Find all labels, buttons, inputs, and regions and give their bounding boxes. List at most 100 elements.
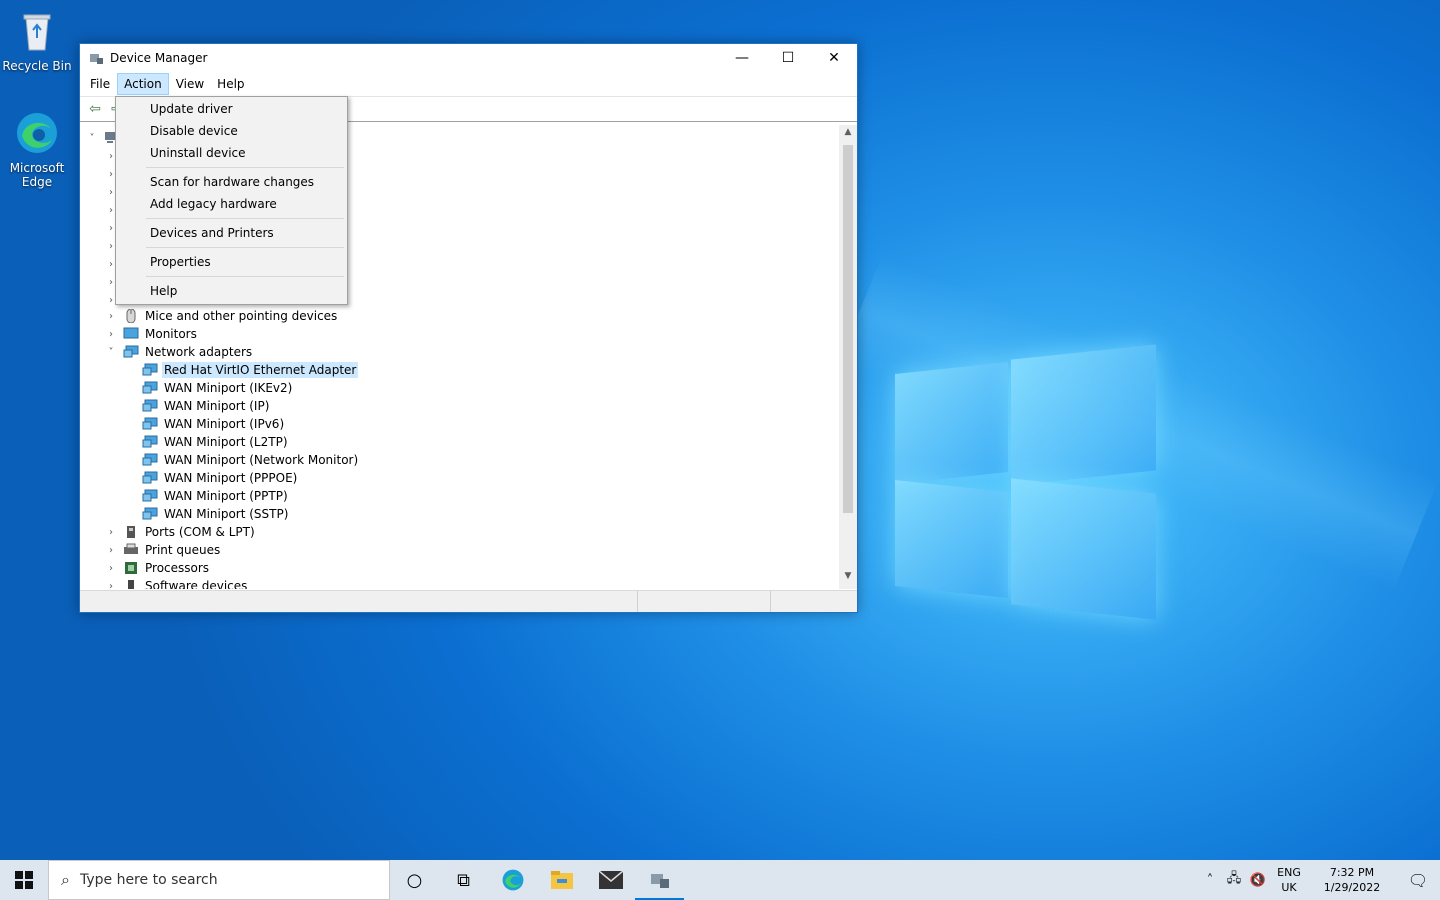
cortana-circle-icon: ○ [406,869,423,891]
menu-item-devices-and-printers[interactable]: Devices and Printers [150,222,274,244]
chevron-down-icon[interactable]: ˅ [105,347,117,358]
clock-time: 7:32 PM [1329,866,1375,879]
tree-row-network-adapters[interactable]: ˅ Network adapters [105,343,254,361]
tree-row-adapter[interactable]: WAN Miniport (L2TP) [136,433,290,451]
scroll-down-arrow-icon[interactable]: ▼ [839,571,857,587]
network-adapter-icon [142,507,158,520]
network-adapter-icon [142,489,158,502]
chevron-right-icon[interactable]: › [105,545,117,556]
menu-item-add-legacy-hardware[interactable]: Add legacy hardware [150,193,277,215]
tree-row-ports[interactable]: › Ports (COM & LPT) [105,523,257,541]
tree-row-adapter[interactable]: WAN Miniport (PPPOE) [136,469,299,487]
monitor-icon [123,327,139,339]
tree-label: WAN Miniport (SSTP) [164,507,289,521]
desktop-icon-recycle-bin[interactable]: Recycle Bin [0,8,74,73]
maximize-button[interactable]: ☐ [765,44,811,72]
chevron-right-icon[interactable]: › [105,527,117,538]
mouse-icon [126,309,136,323]
network-icon[interactable]: 🖧 [1222,869,1246,891]
tree-label: WAN Miniport (IP) [164,399,270,413]
folder-icon [550,871,573,889]
tree-label: Mice and other pointing devices [145,309,338,323]
task-view-button[interactable]: ⧉ [439,860,488,900]
chevron-right-icon[interactable]: › [105,329,117,340]
system-tray: ˄ 🖧 🔇 ENG UK 7:32 PM 1/29/2022 🗨 [1198,860,1440,900]
taskbar-file-explorer[interactable] [537,860,586,900]
scrollbar-thumb[interactable] [843,145,853,513]
taskbar-edge[interactable] [488,860,537,900]
taskbar-mail[interactable] [586,860,635,900]
network-adapter-icon [142,471,158,484]
menu-action[interactable]: Action [117,73,169,95]
tree-row-mice[interactable]: › Mice and other pointing devices [105,307,339,325]
chevron-down-icon[interactable]: ˅ [86,133,98,144]
tree-label: WAN Miniport (PPTP) [164,489,288,503]
search-icon: ⌕ [61,870,70,889]
menu-item-uninstall-device[interactable]: Uninstall device [150,142,246,164]
network-adapter-icon [142,381,158,394]
action-menu-dropdown: Update driver Disable device Uninstall d… [115,96,348,305]
tree-label: WAN Miniport (IKEv2) [164,381,293,395]
menu-item-scan-hardware[interactable]: Scan for hardware changes [150,171,314,193]
network-adapter-icon [142,453,158,466]
menu-help[interactable]: Help [211,74,250,94]
taskbar-search-box[interactable]: ⌕ Type here to search [48,860,390,900]
lang-region: UK [1281,881,1297,894]
menu-item-help[interactable]: Help [150,280,177,302]
menu-item-disable-device[interactable]: Disable device [150,120,238,142]
tree-row-adapter[interactable]: WAN Miniport (IP) [136,397,271,415]
tree-row-software-devices[interactable]: › Software devices [105,577,249,589]
menu-item-update-driver[interactable]: Update driver [150,98,233,120]
device-manager-icon [650,874,669,888]
tree-row-adapter[interactable]: WAN Miniport (Network Monitor) [136,451,360,469]
windows-logo-wallpaper [893,344,1158,620]
tree-label: WAN Miniport (PPPOE) [164,471,298,485]
cortana-button[interactable]: ○ [390,860,439,900]
tree-row-adapter[interactable]: WAN Miniport (IKEv2) [136,379,294,397]
recycle-bin-icon [23,14,51,51]
tree-label: Print queues [145,543,221,557]
back-arrow-icon[interactable]: ⇦ [84,98,106,120]
chevron-right-icon[interactable]: › [105,311,117,322]
volume-muted-icon[interactable]: 🔇 [1246,873,1270,888]
notification-icon[interactable]: 🗨 [1396,871,1440,890]
tree-label: WAN Miniport (IPv6) [164,417,285,431]
tree-row-print-queues[interactable]: › Print queues [105,541,222,559]
tree-row-adapter[interactable]: WAN Miniport (PPTP) [136,487,290,505]
chevron-right-icon[interactable]: › [105,563,117,574]
tree-row-adapter-selected[interactable]: Red Hat VirtIO Ethernet Adapter [136,361,359,379]
menu-bar: File Action View Help [80,72,857,96]
edge-label: Microsoft Edge [9,161,65,189]
chevron-right-icon[interactable]: › [105,581,117,590]
network-adapter-icon [142,363,158,376]
status-segment [80,591,638,612]
taskbar: ⌕ Type here to search ○ ⧉ ˄ 🖧 🔇 ENG UK 7… [0,860,1440,900]
mail-icon [598,871,623,889]
status-segment [771,591,857,612]
vertical-scrollbar[interactable]: ▲ ▼ [839,125,857,589]
tree-row-adapter[interactable]: WAN Miniport (IPv6) [136,415,286,433]
lang-code: ENG [1277,866,1301,879]
close-button[interactable]: ✕ [811,44,857,72]
clock-date: 1/29/2022 [1323,881,1381,894]
tree-label: Monitors [145,327,197,341]
tree-row-processors[interactable]: › Processors [105,559,211,577]
start-button[interactable] [0,860,48,900]
minimize-button[interactable]: — [719,44,765,72]
clock[interactable]: 7:32 PM 1/29/2022 [1308,865,1396,895]
menu-item-properties[interactable]: Properties [150,251,211,273]
tree-row-monitors[interactable]: › Monitors [105,325,199,343]
menu-view[interactable]: View [170,74,210,94]
taskbar-device-manager[interactable] [635,860,684,900]
menu-file[interactable]: File [84,74,116,94]
scroll-up-arrow-icon[interactable]: ▲ [839,127,857,143]
window-title: Device Manager [110,51,208,65]
chevron-up-icon[interactable]: ˄ [1198,873,1222,888]
tree-row-adapter[interactable]: WAN Miniport (SSTP) [136,505,290,523]
desktop-icon-microsoft-edge[interactable]: Microsoft Edge [0,110,74,189]
tree-label: WAN Miniport (Network Monitor) [164,453,359,467]
language-indicator[interactable]: ENG UK [1270,865,1308,895]
network-adapter-icon [123,345,139,358]
title-bar[interactable]: Device Manager — ☐ ✕ [80,44,857,72]
status-bar [80,590,857,612]
